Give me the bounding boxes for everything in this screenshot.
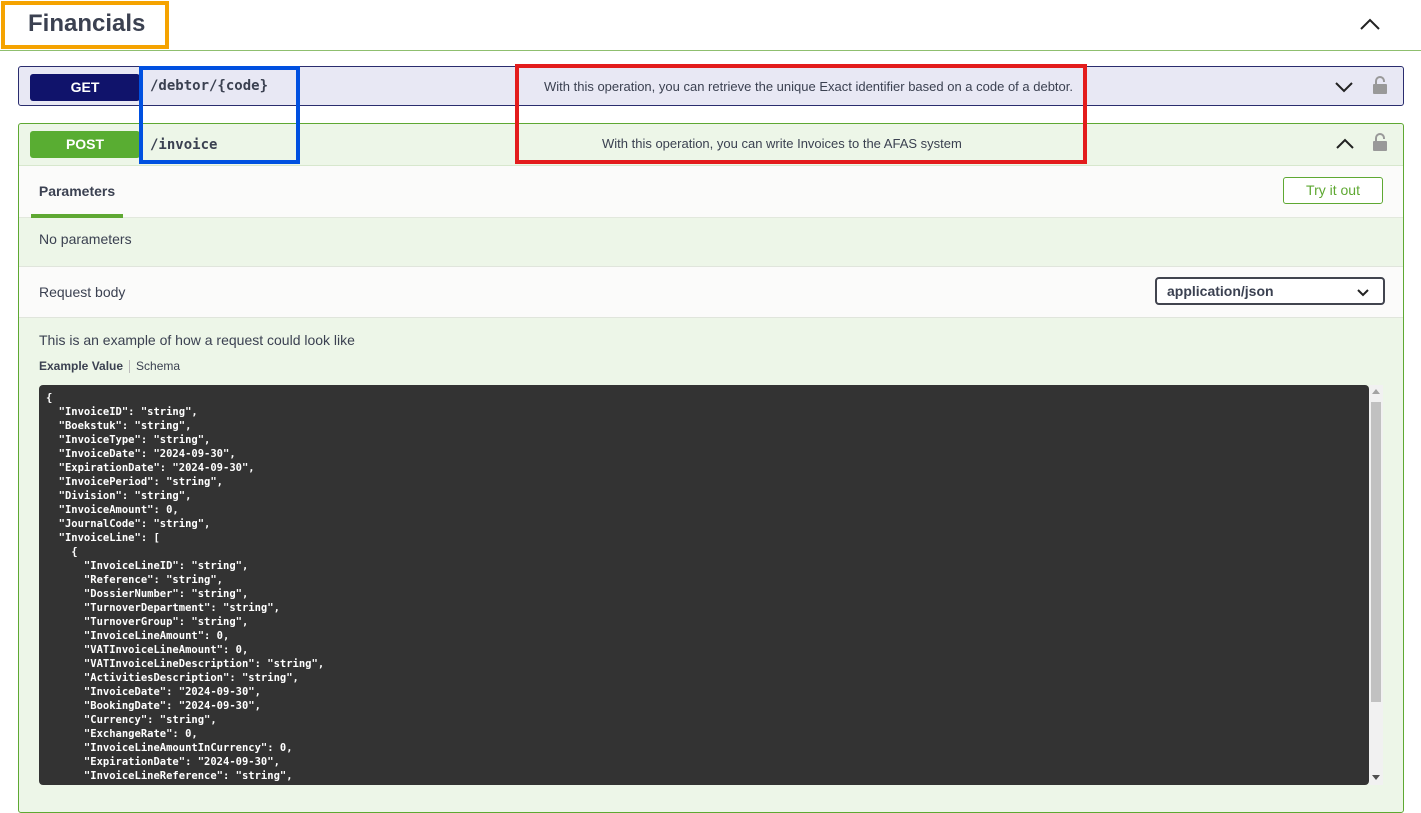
- tab-example-value[interactable]: Example Value: [39, 359, 123, 373]
- chevron-down-icon[interactable]: [1334, 80, 1354, 99]
- scroll-down-arrow-icon[interactable]: [1372, 775, 1380, 780]
- example-tabs: Example Value Schema: [39, 359, 180, 374]
- tab-schema[interactable]: Schema: [136, 359, 180, 373]
- parameters-tab-bar: Parameters Try it out: [19, 165, 1403, 218]
- chevron-up-icon[interactable]: [1335, 137, 1355, 156]
- tab-parameters[interactable]: Parameters: [31, 166, 123, 218]
- lock-icon[interactable]: [1372, 75, 1388, 100]
- method-badge-get: GET: [30, 74, 140, 101]
- method-badge-post: POST: [30, 131, 140, 158]
- operation-get-debtor[interactable]: GET /debtor/{code} With this operation, …: [18, 66, 1404, 106]
- example-description: This is an example of how a request coul…: [39, 332, 355, 348]
- section-title: Financials: [28, 10, 146, 37]
- operation-path: /debtor/{code}: [150, 78, 269, 94]
- operation-summary: With this operation, you can write Invoi…: [602, 136, 962, 151]
- no-parameters-text: No parameters: [39, 231, 132, 247]
- request-body-label: Request body: [39, 284, 126, 300]
- example-code-block[interactable]: { "InvoiceID": "string", "Boekstuk": "st…: [39, 385, 1369, 785]
- content-type-value: application/json: [1167, 283, 1274, 299]
- operation-path: /invoice: [150, 137, 218, 153]
- chevron-up-icon[interactable]: [1357, 14, 1383, 34]
- scroll-thumb[interactable]: [1371, 402, 1381, 702]
- content-type-select[interactable]: application/json: [1155, 277, 1385, 305]
- section-header-financials[interactable]: Financials: [0, 0, 1421, 51]
- operation-summary-row[interactable]: POST /invoice With this operation, you c…: [19, 124, 1403, 165]
- tab-divider: [129, 360, 131, 374]
- try-it-out-button[interactable]: Try it out: [1283, 177, 1383, 204]
- scroll-up-arrow-icon[interactable]: [1372, 389, 1380, 394]
- example-json: { "InvoiceID": "string", "Boekstuk": "st…: [46, 392, 325, 782]
- chevron-down-icon: [1357, 285, 1369, 303]
- lock-icon[interactable]: [1372, 132, 1388, 157]
- request-body-header: Request body application/json: [19, 266, 1403, 318]
- code-scrollbar[interactable]: [1369, 385, 1383, 785]
- operation-summary: With this operation, you can retrieve th…: [544, 79, 1073, 94]
- operation-post-invoice: POST /invoice With this operation, you c…: [18, 123, 1404, 813]
